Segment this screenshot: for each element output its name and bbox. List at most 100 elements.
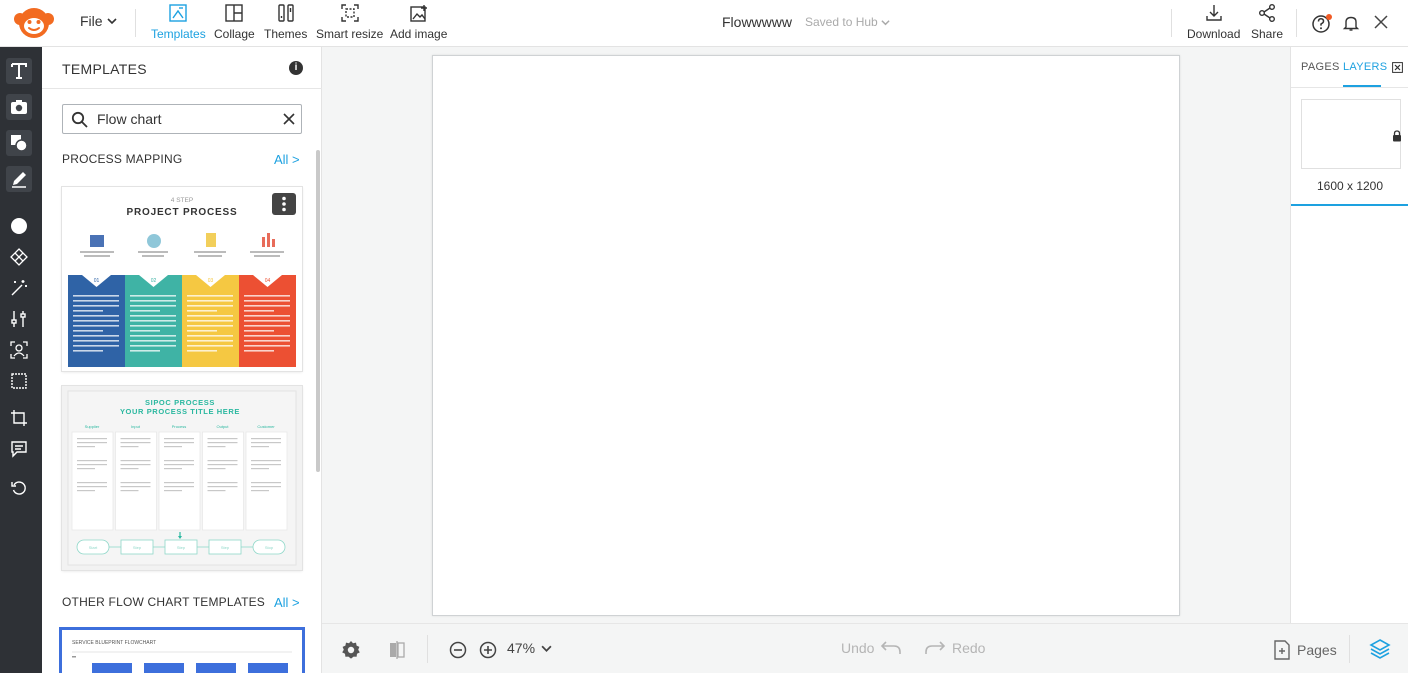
flow-node-label: Step <box>177 545 186 550</box>
zoom-out-icon[interactable] <box>449 641 467 659</box>
themes-icon <box>277 4 294 22</box>
step-columns: 01 02 03 04 <box>68 275 296 367</box>
flow-node-label: Step <box>133 545 142 550</box>
sipoc-column-label: Output <box>216 424 229 429</box>
tool-templates[interactable]: Templates <box>151 3 206 41</box>
crop-icon <box>11 410 27 426</box>
chevron-down-icon <box>881 19 890 25</box>
file-menu[interactable]: File <box>80 13 117 29</box>
close-icon[interactable] <box>1373 14 1389 30</box>
template-card[interactable]: SIPOC PROCESS YOUR PROCESS TITLE HERE Su… <box>62 386 302 570</box>
tool-smart-resize[interactable]: Smart resize <box>316 3 383 41</box>
rail-text-button[interactable] <box>6 58 32 84</box>
template-title: PROJECT PROCESS <box>127 207 238 218</box>
rail-effects-button[interactable] <box>6 275 32 301</box>
tool-collage[interactable]: Collage <box>214 3 255 41</box>
tool-add-image[interactable]: Add image <box>390 3 447 41</box>
layer-thumbnail[interactable] <box>1301 99 1401 169</box>
bottom-toolbar: 47% Undo Redo Pages <box>322 623 1408 673</box>
more-vertical-icon <box>282 196 286 212</box>
artboard[interactable] <box>432 55 1180 616</box>
sipoc-column-label: Supplier <box>85 424 100 429</box>
smart-resize-icon <box>340 4 359 22</box>
panel-scrollbar[interactable] <box>316 150 320 472</box>
circle-icon <box>11 218 27 234</box>
more-options-button[interactable] <box>272 193 296 215</box>
rail-comments-button[interactable] <box>6 436 32 462</box>
add-image-icon <box>409 5 427 22</box>
download-icon <box>1205 5 1222 21</box>
share-icon <box>1259 4 1276 22</box>
selected-layer-indicator <box>1291 204 1408 206</box>
help-icon[interactable] <box>1311 13 1333 35</box>
layers-icon[interactable] <box>1369 638 1391 660</box>
clear-search-icon[interactable] <box>281 111 297 127</box>
picmonkey-logo[interactable] <box>10 5 58 41</box>
divider <box>1171 9 1172 37</box>
step-number: 03 <box>208 278 214 284</box>
camera-icon <box>11 100 27 114</box>
sipoc-columns: Supplier Input Process Output Customer <box>71 424 288 531</box>
rail-crop-button[interactable] <box>6 405 32 431</box>
template-title: SIPOC PROCESS <box>145 398 215 407</box>
template-card[interactable]: SERVICE BLUEPRINT FLOWCHART <box>62 630 302 673</box>
templates-panel: TEMPLATES i PROCESS MAPPING All > 4 STEP… <box>42 47 322 673</box>
tab-layers[interactable]: LAYERS <box>1343 61 1387 73</box>
undo-button[interactable]: Undo <box>841 640 902 656</box>
save-status[interactable]: Saved to Hub <box>805 15 890 29</box>
rail-touchup-button[interactable] <box>6 337 32 363</box>
pages-button[interactable]: Pages <box>1273 639 1337 661</box>
document-title[interactable]: Flowwwww <box>722 14 792 30</box>
template-title: SERVICE BLUEPRINT FLOWCHART <box>72 640 156 646</box>
notifications-bell-icon[interactable] <box>1341 13 1361 33</box>
rail-graphics-button[interactable] <box>6 130 32 156</box>
lock-icon[interactable] <box>1392 130 1402 142</box>
layers-panel: PAGES LAYERS 1600 x 1200 <box>1290 47 1408 623</box>
template-card[interactable]: 4 STEP PROJECT PROCESS 01 02 03 04 <box>62 187 302 371</box>
download-button[interactable]: Download <box>1187 3 1240 41</box>
comment-icon <box>11 441 27 458</box>
chevron-down-icon <box>541 645 552 652</box>
tool-themes[interactable]: Themes <box>264 3 307 41</box>
rail-adjust-button[interactable] <box>6 306 32 332</box>
panel-title: TEMPLATES <box>62 61 147 77</box>
file-menu-label: File <box>80 13 103 29</box>
section-title: OTHER FLOW CHART TEMPLATES <box>62 595 266 609</box>
tool-add-image-label: Add image <box>390 27 448 41</box>
settings-gear-icon[interactable] <box>341 640 361 660</box>
sipoc-column-label: Process <box>172 424 186 429</box>
divider <box>135 9 136 37</box>
rail-frames-button[interactable] <box>6 368 32 394</box>
collage-icon <box>225 4 244 22</box>
zoom-level: 47% <box>507 640 536 656</box>
pages-label: Pages <box>1297 642 1337 658</box>
section-all-link[interactable]: All > <box>274 595 300 610</box>
section-all-link[interactable]: All > <box>274 152 300 167</box>
rail-history-button[interactable] <box>6 475 32 501</box>
info-icon[interactable]: i <box>289 61 303 75</box>
sipoc-column-label: Customer <box>257 424 275 429</box>
flow-node-label: Step <box>221 545 230 550</box>
adjust-icon <box>11 311 26 327</box>
divider <box>1296 9 1297 37</box>
step-number: 01 <box>94 278 100 284</box>
share-button[interactable]: Share <box>1251 3 1283 41</box>
redo-icon <box>925 641 946 654</box>
close-panel-icon[interactable] <box>1392 62 1403 73</box>
flip-icon[interactable] <box>388 640 406 660</box>
search-input[interactable] <box>97 110 272 128</box>
rail-draw-button[interactable] <box>6 166 32 192</box>
frame-icon <box>11 373 27 389</box>
rail-texture-button[interactable] <box>6 244 32 270</box>
tab-pages[interactable]: PAGES <box>1301 61 1340 73</box>
tool-smart-resize-label: Smart resize <box>316 27 384 41</box>
template-subtitle: YOUR PROCESS TITLE HERE <box>120 407 240 416</box>
tool-themes-label: Themes <box>264 27 308 41</box>
redo-button[interactable]: Redo <box>924 640 985 656</box>
rail-photo-button[interactable] <box>6 94 32 120</box>
rail-color-button[interactable] <box>6 213 32 239</box>
zoom-select[interactable]: 47% <box>507 640 552 656</box>
section-title: PROCESS MAPPING <box>62 152 183 166</box>
zoom-in-icon[interactable] <box>479 641 497 659</box>
canvas-area <box>322 47 1290 623</box>
